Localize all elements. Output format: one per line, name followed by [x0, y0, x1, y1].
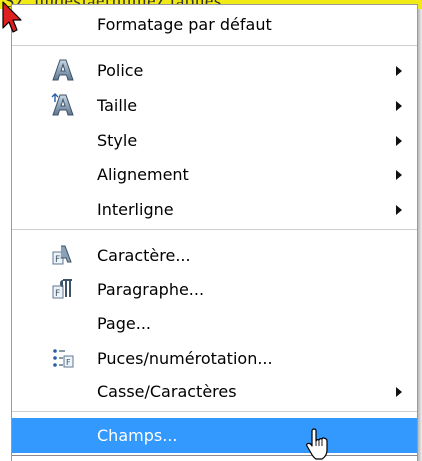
- menu-separator: [12, 411, 417, 412]
- menu-item-label: Puces/numérotation...: [97, 349, 273, 368]
- menu-item-formatage-par-defaut[interactable]: Formatage par défaut: [12, 8, 417, 41]
- character-icon: F: [52, 245, 72, 265]
- menu-separator: [12, 455, 417, 456]
- menu-separator: [12, 229, 417, 230]
- submenu-arrow-icon: [396, 66, 402, 76]
- menu-separator: [12, 45, 417, 46]
- submenu-arrow-icon: [396, 387, 402, 397]
- svg-text:F: F: [55, 255, 60, 265]
- menu-item-caractere[interactable]: F Caractère...: [12, 239, 417, 272]
- menu-item-interligne[interactable]: Interligne: [12, 193, 417, 226]
- menu-item-label: Caractère...: [97, 246, 191, 265]
- submenu-arrow-icon: [396, 136, 402, 146]
- submenu-arrow-icon: [396, 205, 402, 215]
- menu-item-alignement[interactable]: Alignement: [12, 158, 417, 191]
- menu-item-label: Taille: [97, 96, 138, 115]
- arrow-cursor-icon: [2, 1, 22, 33]
- bullets-numbering-icon: F: [53, 349, 74, 368]
- menu-item-label: Interligne: [97, 200, 174, 219]
- font-a-icon: [52, 59, 74, 81]
- svg-text:F: F: [66, 358, 71, 367]
- menu-item-page[interactable]: Page...: [12, 307, 417, 340]
- menu-shadow: [418, 9, 422, 461]
- menu-item-style[interactable]: Style: [12, 124, 417, 157]
- menu-item-label: Police: [97, 61, 144, 80]
- submenu-arrow-icon: [396, 170, 402, 180]
- submenu-arrow-icon: [396, 101, 402, 111]
- menu-item-label: Paragraphe...: [97, 280, 205, 299]
- pointer-hand-cursor-icon: [306, 428, 328, 460]
- menu-item-label: Style: [97, 131, 138, 150]
- menu-item-casse-caracteres[interactable]: Casse/Caractères: [12, 375, 417, 408]
- menu-item-taille[interactable]: Taille: [12, 89, 417, 122]
- menu-item-label: Formatage par défaut: [97, 15, 272, 34]
- menu-item-champs[interactable]: Champs...: [12, 418, 417, 453]
- menu-item-police[interactable]: Police: [12, 54, 417, 87]
- menu-item-label: Champs...: [97, 426, 178, 445]
- menu-item-label: Alignement: [97, 165, 189, 184]
- menu-item-label: Page...: [97, 314, 151, 333]
- menu-item-puces-numerotation[interactable]: F Puces/numérotation...: [12, 342, 417, 375]
- svg-text:F: F: [55, 289, 60, 299]
- font-size-a-icon: [51, 93, 74, 116]
- menu-item-label: Casse/Caractères: [97, 382, 237, 401]
- context-menu: Formatage par défaut Police Taille Style…: [11, 4, 418, 461]
- menu-item-paragraphe[interactable]: F Paragraphe...: [12, 273, 417, 306]
- paragraph-icon: F: [52, 279, 72, 299]
